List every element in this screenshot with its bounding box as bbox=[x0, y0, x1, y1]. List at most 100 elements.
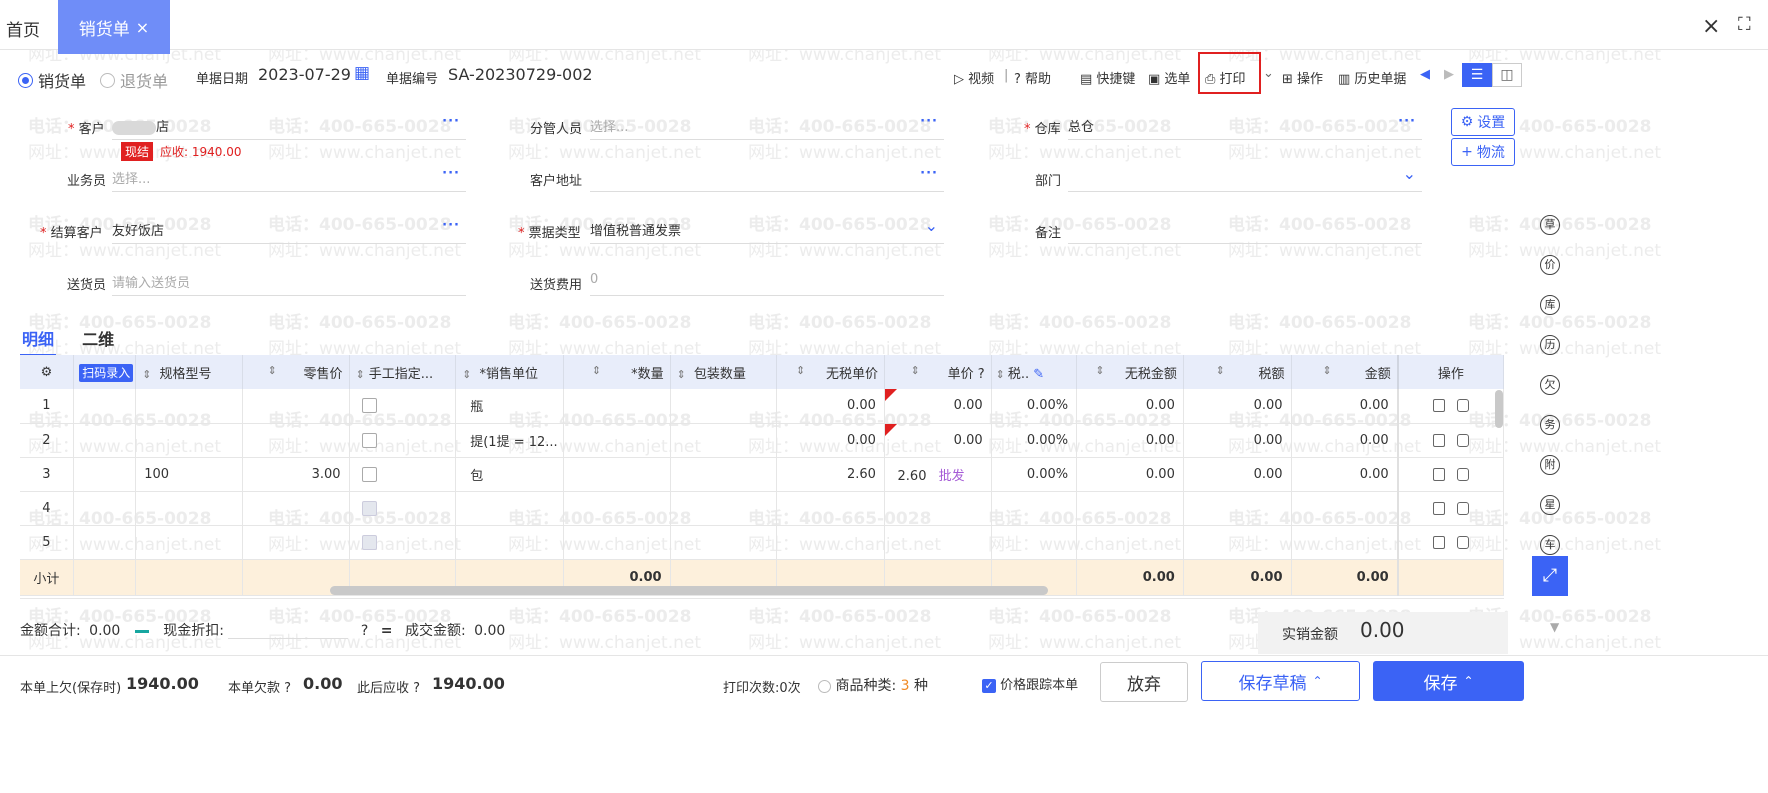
card-view-icon[interactable]: ◫ bbox=[1492, 63, 1522, 87]
qty-cell[interactable] bbox=[563, 389, 671, 424]
pack-cell[interactable] bbox=[670, 491, 778, 526]
manual-cell[interactable] bbox=[349, 457, 457, 492]
history-button[interactable]: ▥ 历史单据 bbox=[1338, 68, 1406, 87]
sort-icon[interactable]: ⇕ bbox=[1216, 364, 1225, 377]
scan-cell[interactable] bbox=[73, 457, 137, 492]
price-cell[interactable]: 0.00 bbox=[884, 423, 992, 458]
delete-icon[interactable] bbox=[1432, 535, 1445, 549]
scan-cell[interactable] bbox=[73, 389, 137, 424]
table-row[interactable]: 2 提(1提 = 12... 0.00 0.00 0.00% 0.00 0.00 0.00 bbox=[20, 423, 1504, 458]
dock-item-0-icon[interactable]: 草 bbox=[1532, 205, 1568, 245]
spec-cell[interactable]: 100 bbox=[135, 457, 243, 492]
qty-cell[interactable] bbox=[563, 423, 671, 458]
price-cell[interactable]: 0.00 bbox=[884, 389, 992, 424]
manager-input[interactable]: 选择... ··· bbox=[590, 112, 944, 140]
tab-sales-order[interactable]: 销货单 × bbox=[58, 0, 170, 54]
more-icon[interactable]: ··· bbox=[442, 166, 460, 181]
tax-amount-cell[interactable]: 0.00 bbox=[1183, 389, 1292, 424]
operations-button[interactable]: ⊞ 操作 bbox=[1282, 68, 1323, 87]
scan-cell[interactable] bbox=[73, 491, 137, 526]
sort-icon[interactable]: ⇕ bbox=[996, 368, 1005, 381]
print-button[interactable]: ⎙ 打印 bbox=[1205, 68, 1246, 87]
question-icon[interactable]: ? bbox=[284, 681, 291, 696]
amount-cell[interactable]: 0.00 bbox=[1291, 423, 1399, 458]
tab-home[interactable]: 首页 bbox=[6, 16, 40, 41]
manual-header[interactable]: ⇕ 手工指定... bbox=[349, 355, 457, 389]
date-value[interactable]: 2023-07-29 bbox=[258, 65, 351, 84]
warehouse-input[interactable]: 总仓 ··· bbox=[1068, 112, 1422, 140]
tax-amount-cell[interactable] bbox=[1183, 525, 1292, 560]
question-icon[interactable]: ? bbox=[413, 681, 420, 696]
manual-checkbox[interactable] bbox=[361, 534, 377, 550]
retail-cell[interactable] bbox=[242, 525, 350, 560]
spec-cell[interactable] bbox=[135, 389, 243, 424]
table-row[interactable]: 4 bbox=[20, 491, 1504, 526]
manual-checkbox[interactable] bbox=[361, 466, 377, 482]
spec-cell[interactable] bbox=[135, 525, 243, 560]
spec-header[interactable]: ⇕ 规格型号 bbox=[135, 355, 243, 389]
table-row[interactable]: 5 bbox=[20, 525, 1504, 560]
sort-icon[interactable]: ⇕ bbox=[911, 364, 920, 377]
amount-cell[interactable]: 0.00 bbox=[1291, 457, 1399, 492]
tax-cell[interactable]: 0.00% bbox=[991, 389, 1078, 424]
scan-entry-button[interactable]: 扫码录入 bbox=[79, 363, 134, 382]
more-icon[interactable]: ··· bbox=[920, 166, 938, 181]
manual-cell[interactable] bbox=[349, 423, 457, 458]
dock-item-4-icon[interactable]: 欠 bbox=[1532, 365, 1568, 405]
amount-cell[interactable] bbox=[1291, 525, 1399, 560]
notax-price-cell[interactable] bbox=[776, 525, 885, 560]
sort-icon[interactable]: ⇕ bbox=[268, 364, 277, 377]
video-button[interactable]: ▷ 视频 bbox=[954, 68, 994, 87]
qty-cell[interactable] bbox=[563, 491, 671, 526]
scan-cell[interactable] bbox=[73, 423, 137, 458]
invoice-type-select[interactable]: 增值税普通发票 ⌄ bbox=[590, 216, 944, 244]
retail-cell[interactable] bbox=[242, 423, 350, 458]
manual-checkbox[interactable] bbox=[361, 398, 377, 414]
sort-icon[interactable]: ⇕ bbox=[1095, 364, 1104, 377]
tax-cell[interactable] bbox=[991, 525, 1078, 560]
notax-amount-cell[interactable]: 0.00 bbox=[1076, 423, 1184, 458]
qty-header[interactable]: ⇕ *数量 bbox=[563, 355, 671, 389]
notax-price-cell[interactable]: 0.00 bbox=[776, 423, 885, 458]
tax-cell[interactable]: 0.00% bbox=[991, 423, 1078, 458]
edit-icon[interactable]: ✎ bbox=[1029, 367, 1044, 382]
copy-icon[interactable] bbox=[1456, 501, 1469, 515]
more-icon[interactable]: ··· bbox=[442, 218, 460, 233]
sort-icon[interactable]: ⇕ bbox=[677, 368, 686, 381]
tab-2d[interactable]: 二维 bbox=[82, 326, 114, 350]
pack-cell[interactable] bbox=[670, 389, 778, 424]
spec-cell[interactable] bbox=[135, 423, 243, 458]
notax-amount-cell[interactable] bbox=[1076, 491, 1184, 526]
print-dropdown-icon[interactable]: ⌄ bbox=[1263, 66, 1274, 81]
question-icon[interactable]: ? bbox=[978, 367, 985, 382]
price-track-checkbox[interactable]: ✓ 价格跟踪本单 bbox=[982, 674, 1078, 693]
manual-checkbox[interactable] bbox=[361, 500, 377, 516]
delete-icon[interactable] bbox=[1432, 399, 1445, 413]
price-cell[interactable] bbox=[884, 525, 992, 560]
window-close-icon[interactable]: × bbox=[1702, 14, 1720, 39]
price-cell[interactable]: 2.60 批发 bbox=[884, 457, 992, 492]
retail-header[interactable]: ⇕ 零售价 bbox=[242, 355, 350, 389]
discount-input[interactable] bbox=[228, 623, 349, 639]
deliverer-input[interactable]: 请输入送货员 bbox=[112, 268, 466, 296]
unit-cell[interactable]: 瓶 bbox=[455, 389, 564, 424]
fullscreen-icon[interactable]: ⛶ bbox=[1738, 14, 1751, 35]
customer-input[interactable]: 店 ··· bbox=[112, 112, 466, 140]
settle-customer-input[interactable]: 友好饭店 ··· bbox=[112, 216, 466, 244]
notax-amount-cell[interactable] bbox=[1076, 525, 1184, 560]
save-button[interactable]: 保存 ⌃ bbox=[1373, 661, 1524, 701]
unit-cell[interactable]: 提(1提 = 12... bbox=[455, 423, 564, 458]
tax-amount-header[interactable]: ⇕ 税额 bbox=[1183, 355, 1292, 389]
radio-sales[interactable]: 销货单 bbox=[18, 68, 86, 92]
dock-item-1-icon[interactable]: 价 bbox=[1532, 245, 1568, 285]
tax-amount-cell[interactable] bbox=[1183, 491, 1292, 526]
save-draft-button[interactable]: 保存草稿 ⌃ bbox=[1201, 661, 1360, 701]
delete-icon[interactable] bbox=[1432, 467, 1445, 481]
table-row[interactable]: 3 100 3.00 包 2.60 2.60 批发 0.00% 0.00 0.00 0.00 bbox=[20, 457, 1504, 492]
copy-icon[interactable] bbox=[1456, 467, 1469, 481]
dept-select[interactable]: ⌄ bbox=[1068, 164, 1422, 192]
notax-price-cell[interactable]: 0.00 bbox=[776, 389, 885, 424]
dock-item-5-icon[interactable]: 务 bbox=[1532, 405, 1568, 445]
tax-header[interactable]: ⇕ 税.. ✎ bbox=[991, 355, 1078, 389]
sort-icon[interactable]: ⇕ bbox=[796, 364, 805, 377]
